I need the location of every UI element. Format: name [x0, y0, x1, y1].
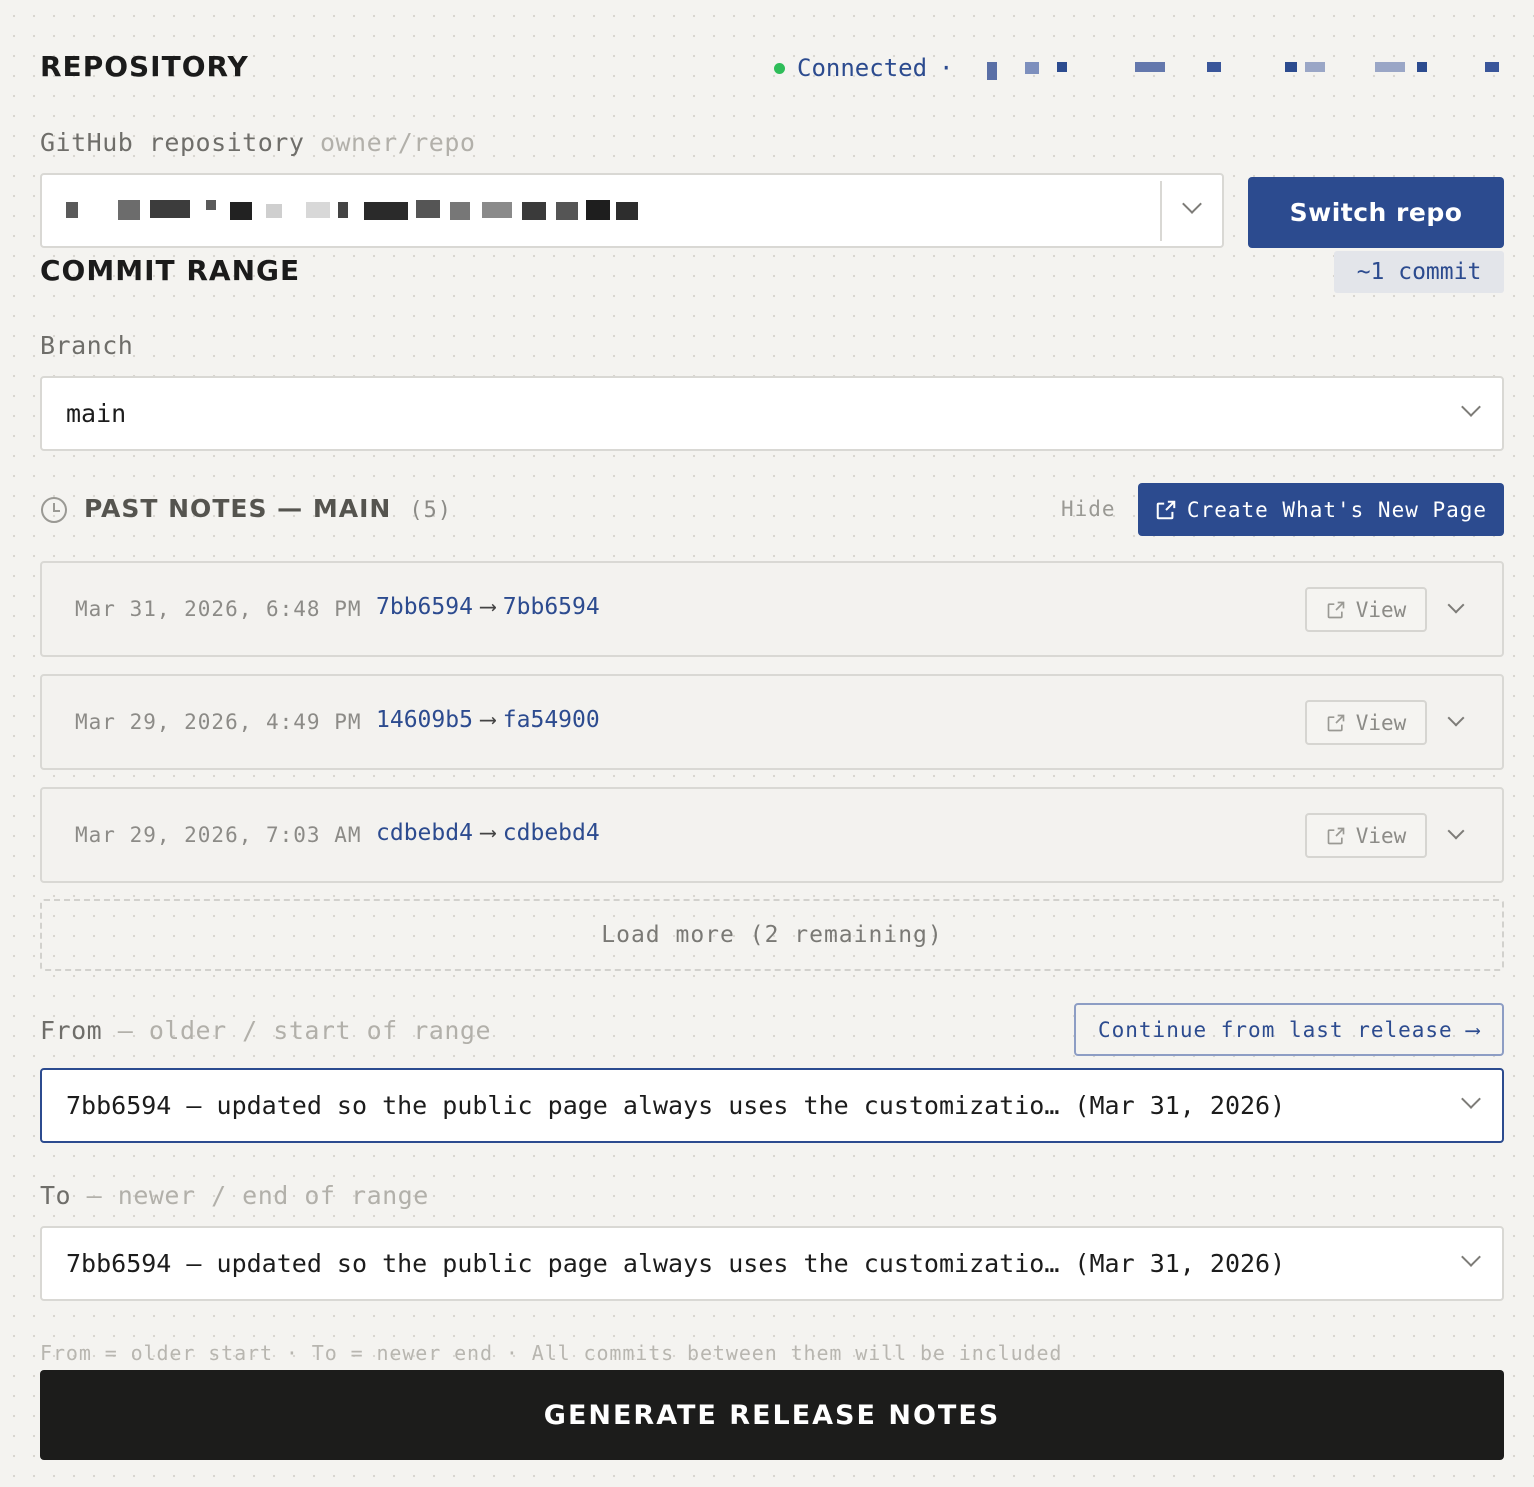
- note-date: Mar 29, 2026, 4:49 PM: [75, 710, 362, 734]
- repository-select[interactable]: [40, 173, 1224, 248]
- note-commit-range: cdbebd4 ⟶ cdbebd4: [376, 820, 600, 846]
- hide-past-notes-button[interactable]: Hide: [1061, 497, 1116, 521]
- chevron-down-icon: [1182, 194, 1202, 214]
- view-note-button[interactable]: View: [1305, 587, 1427, 632]
- load-more-button[interactable]: Load more (2 remaining): [40, 899, 1504, 971]
- from-commit-select[interactable]: 7bb6594 — updated so the public page alw…: [40, 1068, 1504, 1143]
- external-link-icon: [1156, 500, 1176, 519]
- external-link-icon: [1327, 714, 1345, 731]
- note-arrow: ⟶: [480, 820, 495, 846]
- switch-repo-button[interactable]: Switch repo: [1248, 177, 1504, 248]
- from-label: From — older / start of range: [40, 1016, 492, 1045]
- redacted-repo-name: [66, 199, 656, 222]
- to-commit-value: 7bb6594 — updated so the public page alw…: [66, 1249, 1286, 1278]
- continue-from-last-release-button[interactable]: Continue from last release ⟶: [1074, 1003, 1504, 1056]
- repository-heading: REPOSITORY: [40, 50, 249, 83]
- create-whats-new-page-button[interactable]: Create What's New Page: [1138, 483, 1504, 536]
- note-to-hash: cdbebd4: [502, 820, 600, 846]
- note-from-hash: 14609b5: [376, 707, 473, 733]
- note-commit-range: 14609b5 ⟶ fa54900: [376, 707, 600, 733]
- from-commit-value: 7bb6594 — updated so the public page alw…: [66, 1091, 1286, 1120]
- note-from-hash: cdbebd4: [376, 820, 473, 846]
- status-separator: ·: [939, 54, 954, 82]
- chevron-down-icon: [1461, 397, 1481, 417]
- note-commit-range: 7bb6594 ⟶ 7bb6594: [376, 594, 600, 620]
- note-arrow: ⟶: [480, 707, 495, 733]
- view-note-button[interactable]: View: [1305, 813, 1427, 858]
- to-commit-select[interactable]: 7bb6594 — updated so the public page alw…: [40, 1226, 1504, 1301]
- branch-label: Branch: [40, 331, 134, 360]
- note-from-hash: 7bb6594: [376, 594, 473, 620]
- to-label: To — newer / end of range: [40, 1181, 429, 1210]
- generate-release-notes-button[interactable]: GENERATE RELEASE NOTES: [40, 1370, 1504, 1460]
- commit-count-badge: ~1 commit: [1334, 251, 1504, 293]
- external-link-icon: [1327, 601, 1345, 618]
- github-repository-hint: owner/repo: [319, 128, 476, 157]
- view-note-button[interactable]: View: [1305, 700, 1427, 745]
- expand-chevron-icon[interactable]: [1447, 596, 1465, 614]
- past-note-row[interactable]: Mar 29, 2026, 4:49 PM 14609b5 ⟶ fa54900 …: [40, 674, 1504, 770]
- redacted-account: [985, 60, 1505, 80]
- commit-range-heading: COMMIT RANGE: [40, 254, 301, 287]
- clock-icon: [41, 497, 67, 523]
- past-notes-heading: PAST NOTES — MAIN (5): [84, 494, 453, 523]
- to-hint: — newer / end of range: [71, 1181, 429, 1210]
- expand-chevron-icon[interactable]: [1447, 822, 1465, 840]
- note-arrow: ⟶: [480, 594, 495, 620]
- past-notes-count: (5): [409, 498, 453, 523]
- from-hint: — older / start of range: [102, 1016, 492, 1045]
- status-dot-icon: [774, 62, 785, 74]
- past-note-row[interactable]: Mar 31, 2026, 6:48 PM 7bb6594 ⟶ 7bb6594 …: [40, 561, 1504, 657]
- range-footnote: From = older start · To = newer end · Al…: [40, 1341, 1063, 1365]
- select-divider: [1160, 181, 1162, 241]
- github-repository-label: GitHub repository owner/repo: [40, 128, 476, 157]
- chevron-down-icon: [1461, 1089, 1481, 1109]
- note-date: Mar 29, 2026, 7:03 AM: [75, 823, 362, 847]
- past-note-row[interactable]: Mar 29, 2026, 7:03 AM cdbebd4 ⟶ cdbebd4 …: [40, 787, 1504, 883]
- note-to-hash: fa54900: [502, 707, 600, 733]
- expand-chevron-icon[interactable]: [1447, 709, 1465, 727]
- branch-value: main: [66, 399, 127, 428]
- status-text: Connected: [797, 54, 928, 82]
- external-link-icon: [1327, 827, 1345, 844]
- branch-select[interactable]: main: [40, 376, 1504, 451]
- connection-status: Connected ·: [774, 54, 954, 82]
- chevron-down-icon: [1461, 1247, 1481, 1267]
- note-to-hash: 7bb6594: [502, 594, 600, 620]
- note-date: Mar 31, 2026, 6:48 PM: [75, 597, 362, 621]
